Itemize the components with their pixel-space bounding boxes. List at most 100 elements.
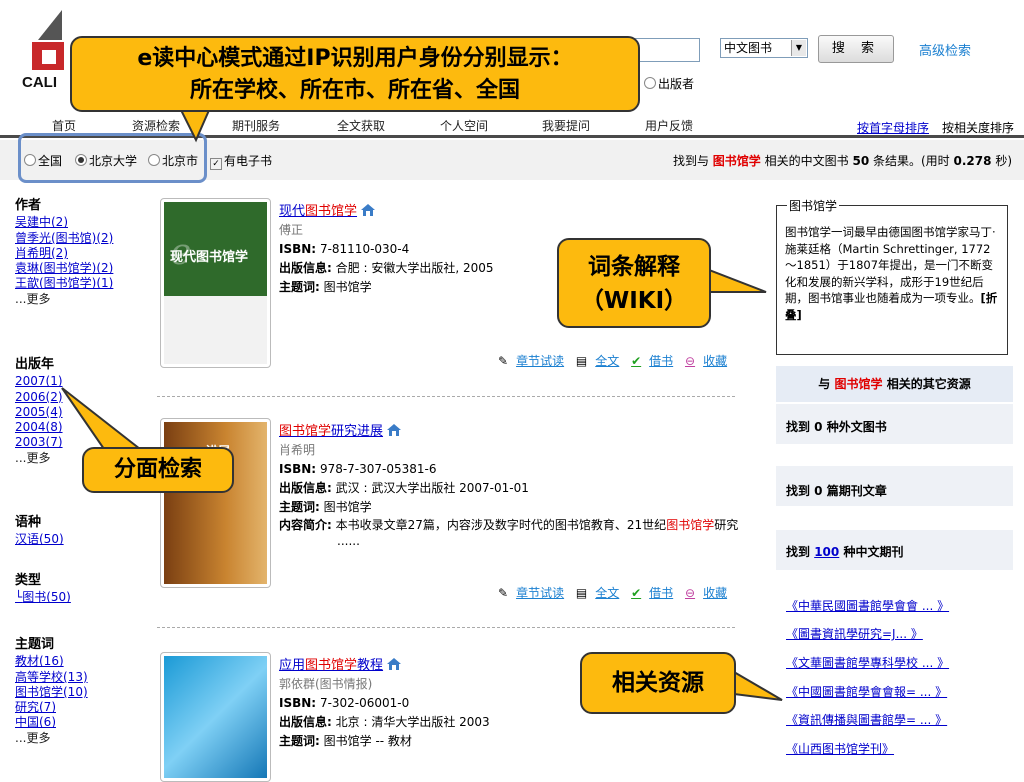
cali-logo-icon bbox=[28, 10, 76, 72]
facet-item[interactable]: 汉语(50) bbox=[15, 532, 125, 547]
chapter-preview-link[interactable]: 章节试读 bbox=[516, 354, 564, 368]
subject-value: 图书馆学 -- 教材 bbox=[323, 734, 412, 748]
facet-type: 类型 └图书(50) bbox=[15, 573, 125, 606]
result-title[interactable]: 现代图书馆学 bbox=[279, 202, 739, 221]
fulltext-link[interactable]: 全文 bbox=[595, 354, 619, 368]
favorite-link[interactable]: 收藏 bbox=[703, 586, 727, 600]
summary-keyword: 图书馆学 bbox=[666, 518, 715, 532]
title-part: 应用 bbox=[279, 658, 306, 673]
pub-label: 出版信息: bbox=[279, 715, 332, 729]
result-isbn: ISBN: 978-7-307-05381-6 bbox=[279, 460, 739, 479]
chapter-preview-icon: ✎ bbox=[498, 354, 509, 368]
result-divider bbox=[157, 396, 735, 397]
publisher-radio-label: 出版者 bbox=[658, 77, 695, 91]
facet-item[interactable]: 研究(7) bbox=[15, 700, 125, 715]
nav-fulltext[interactable]: 全文获取 bbox=[337, 117, 385, 134]
nav-resource-search[interactable]: 资源检索 bbox=[132, 117, 180, 134]
facet-item[interactable]: 中国(6) bbox=[15, 715, 125, 730]
journal-link[interactable]: 《中華民國圖書館學會會 ... 》 bbox=[786, 597, 949, 614]
home-icon bbox=[387, 424, 402, 436]
borrow-link[interactable]: 借书 bbox=[649, 586, 673, 600]
result-title[interactable]: 图书馆学研究进展 bbox=[279, 422, 739, 441]
nav-personal-space[interactable]: 个人空间 bbox=[440, 117, 488, 134]
facet-item[interactable]: 2005(4) bbox=[15, 405, 125, 420]
book-cover-image[interactable]: e 现代图书馆学 bbox=[160, 198, 271, 368]
nav-ask-question[interactable]: 我要提问 bbox=[542, 117, 590, 134]
facet-item[interactable]: 2006(2) bbox=[15, 390, 125, 405]
sort-by-relevance[interactable]: 按相关度排序 bbox=[942, 119, 1014, 136]
search-scope-select[interactable]: 中文图书 ▼ bbox=[720, 38, 808, 58]
related-articles[interactable]: 找到 0 篇期刊文章 bbox=[786, 482, 887, 499]
callout-top-line2: 所在学校、所在市、所在省、全国 bbox=[189, 78, 520, 103]
home-icon bbox=[387, 658, 402, 670]
related-foreign-books[interactable]: 找到 0 种外文图书 bbox=[786, 418, 887, 435]
facet-head: 类型 bbox=[15, 573, 42, 588]
result-summary: 找到与 图书馆学 相关的中文图书 50 条结果。(用时 0.278 秒) bbox=[673, 152, 1012, 169]
book-cover-image[interactable]: 进展 bbox=[160, 418, 271, 588]
callout-ip-identification: e读中心模式通过IP识别用户身份分别显示： 所在学校、所在市、所在省、全国 bbox=[70, 36, 640, 112]
facet-item[interactable]: └图书(50) bbox=[15, 590, 125, 605]
result-record: 图书馆学研究进展 肖希明 ISBN: 978-7-307-05381-6 出版信… bbox=[279, 422, 739, 549]
advanced-search-link[interactable]: 高级检索 bbox=[919, 40, 971, 59]
result-pub: 出版信息: 北京 : 清华大学出版社 2003 bbox=[279, 713, 739, 732]
facet-item[interactable]: 肖希明(2) bbox=[15, 246, 125, 261]
journal-link[interactable]: 《中國圖書館學會會報= ... 》 bbox=[786, 683, 947, 700]
chapter-preview-icon: ✎ bbox=[498, 586, 509, 600]
facet-item[interactable]: 王歆(图书馆学)(1) bbox=[15, 276, 125, 291]
pub-value: 北京 : 清华大学出版社 2003 bbox=[335, 715, 490, 729]
journal-link[interactable]: 《山西图书馆学刊》 bbox=[786, 740, 894, 757]
result-count: 50 bbox=[852, 154, 870, 168]
related-title-keyword: 图书馆学 bbox=[834, 377, 883, 391]
related-resources-title: 与 图书馆学 相关的其它资源 bbox=[776, 366, 1013, 402]
facet-item[interactable]: 吴建中(2) bbox=[15, 215, 125, 230]
borrow-link[interactable]: 借书 bbox=[649, 354, 673, 368]
result-subject: 主题词: 图书馆学 -- 教材 bbox=[279, 732, 739, 751]
borrow-icon: ✔ bbox=[631, 354, 642, 368]
fulltext-link[interactable]: 全文 bbox=[595, 586, 619, 600]
facet-item[interactable]: 图书馆学(10) bbox=[15, 685, 125, 700]
result-divider bbox=[157, 627, 735, 628]
facet-item[interactable]: 2004(8) bbox=[15, 420, 125, 435]
ebook-checkbox[interactable]: ✓ 有电子书 bbox=[210, 152, 272, 170]
facet-item[interactable]: 曾季光(图书馆)(2) bbox=[15, 231, 125, 246]
facet-head: 作者 bbox=[15, 198, 42, 213]
isbn-label: ISBN: bbox=[279, 242, 317, 256]
result-suffix: 条结果。(用时 bbox=[873, 154, 950, 168]
result-prefix: 找到与 bbox=[672, 154, 709, 168]
chapter-preview-link[interactable]: 章节试读 bbox=[516, 586, 564, 600]
favorite-icon: ⊖ bbox=[685, 586, 696, 600]
scope-value: 中文图书 bbox=[724, 41, 773, 55]
facet-head: 出版年 bbox=[15, 357, 55, 372]
subject-value: 图书馆学 bbox=[323, 500, 372, 514]
sort-by-letter-link[interactable]: 按首字母排序 bbox=[857, 119, 929, 136]
fulltext-icon: ▤ bbox=[575, 354, 588, 368]
callout-top-line1: e读中心模式通过IP识别用户身份分别显示： bbox=[137, 46, 573, 71]
facet-language: 语种 汉语(50) bbox=[15, 515, 125, 548]
facet-item[interactable]: 袁琳(图书馆学)(2) bbox=[15, 261, 125, 276]
facet-item[interactable]: 高等学校(13) bbox=[15, 670, 125, 685]
facet-item[interactable]: 教材(16) bbox=[15, 654, 125, 669]
related-title-post: 相关的其它资源 bbox=[886, 377, 971, 391]
pub-label: 出版信息: bbox=[279, 481, 332, 495]
book-cover-image[interactable] bbox=[160, 652, 271, 782]
filter-highlight-box bbox=[18, 133, 207, 183]
title-keyword: 图书馆学 bbox=[279, 424, 332, 439]
journal-link[interactable]: 《資訊傳播與圖書館學= ... 》 bbox=[786, 711, 947, 728]
nav-home[interactable]: 首页 bbox=[52, 117, 76, 134]
facet-more[interactable]: ...更多 bbox=[15, 292, 125, 307]
favorite-link[interactable]: 收藏 bbox=[703, 354, 727, 368]
nav-feedback[interactable]: 用户反馈 bbox=[645, 117, 693, 134]
wiki-title: 图书馆学 bbox=[787, 198, 840, 215]
facet-item-label: 图书(50) bbox=[22, 590, 71, 605]
callout-wiki-line1: 词条解释 bbox=[588, 254, 680, 280]
callout-facet-search: 分面检索 bbox=[82, 447, 234, 493]
publisher-radio[interactable]: 出版者 bbox=[644, 75, 694, 92]
facet-more[interactable]: ...更多 bbox=[15, 731, 125, 746]
nav-journal-service[interactable]: 期刊服务 bbox=[232, 117, 280, 134]
related-title-pre: 与 bbox=[818, 377, 831, 391]
search-button[interactable]: 搜 索 bbox=[818, 35, 894, 63]
journals-count-link[interactable]: 100 bbox=[814, 545, 839, 559]
journal-link[interactable]: 《文華圖書館學專科學校 ... 》 bbox=[786, 654, 949, 671]
journal-link[interactable]: 《圖書資訊學研究=J... 》 bbox=[786, 625, 923, 642]
facet-item[interactable]: 2007(1) bbox=[15, 374, 125, 389]
